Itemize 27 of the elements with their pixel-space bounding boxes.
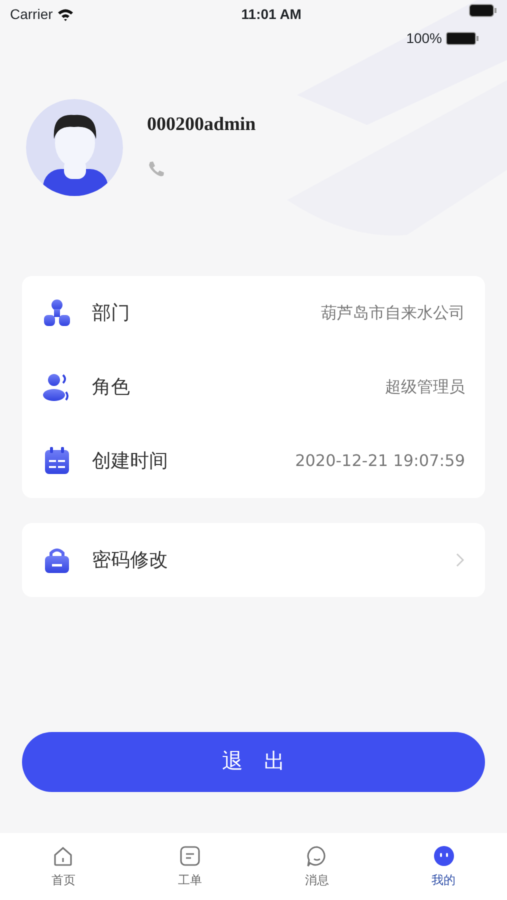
document-icon — [179, 845, 202, 867]
wifi-icon — [56, 8, 74, 21]
tab[interactable]: 消息 — [254, 833, 380, 900]
org-chart-icon — [42, 298, 72, 328]
chat-icon — [306, 845, 328, 867]
battery-icon — [469, 4, 497, 17]
battery-icon — [446, 32, 479, 45]
logout-button[interactable]: 退 出 — [22, 732, 485, 792]
user-face-icon — [432, 845, 455, 867]
tab[interactable]: 工单 — [126, 833, 254, 900]
field-value: 2020-12-21 19:07:59 — [295, 450, 465, 472]
carrier-text: Carrier — [10, 5, 53, 24]
battery-percent: 100% — [406, 29, 442, 48]
tab[interactable]: 我的 — [380, 833, 507, 900]
username: 000200admin — [147, 113, 256, 137]
tab[interactable]: 首页 — [0, 833, 127, 900]
password-change-item[interactable]: 密码修改 — [22, 523, 485, 597]
field-label: 角色 — [92, 374, 130, 400]
home-icon — [52, 845, 74, 867]
chevron-right-icon — [455, 552, 465, 568]
field-label: 部门 — [92, 300, 130, 326]
time-text: 11:01 AM — [241, 5, 302, 24]
calendar-icon — [42, 446, 72, 476]
phone-icon — [147, 160, 165, 178]
field-value: 超级管理员 — [385, 376, 465, 398]
field-value: 葫芦岛市自来水公司 — [321, 302, 465, 324]
field-label: 创建时间 — [92, 448, 168, 474]
